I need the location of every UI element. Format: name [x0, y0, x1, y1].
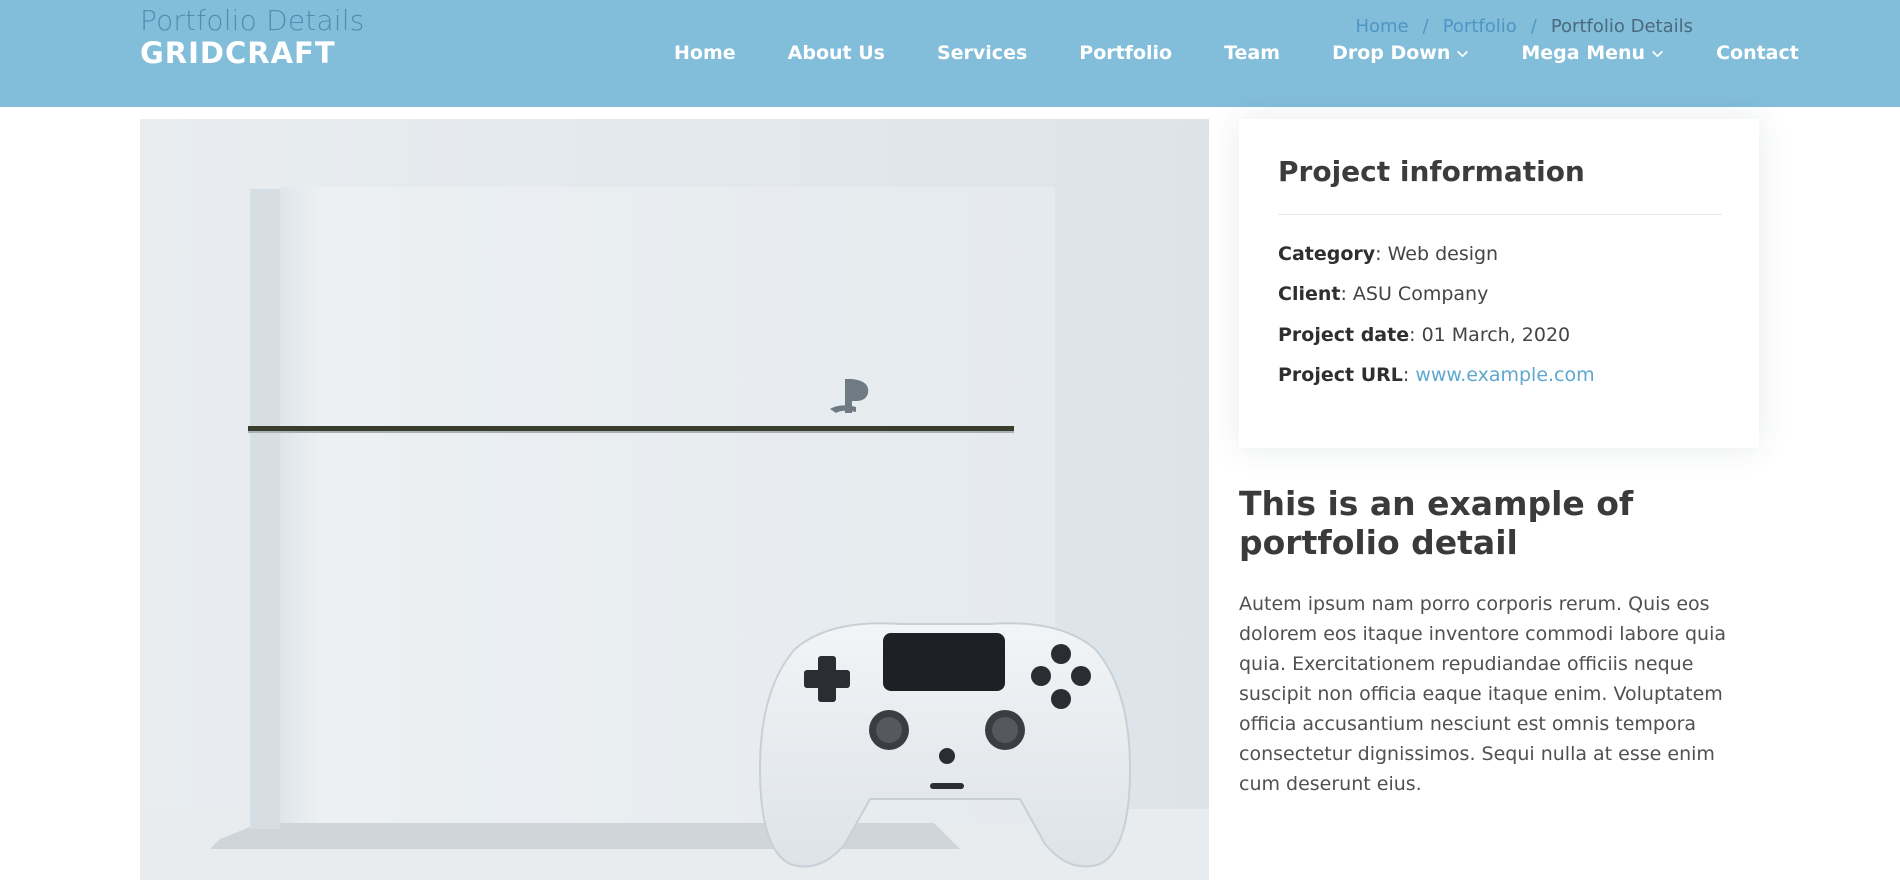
breadcrumb-separator: /	[1530, 16, 1537, 37]
nav-label: Contact	[1716, 42, 1799, 64]
breadcrumb-home-link[interactable]: Home	[1355, 16, 1408, 37]
detail-description: Autem ipsum nam porro corporis rerum. Qu…	[1239, 593, 1727, 795]
chevron-down-icon	[1651, 47, 1664, 60]
breadcrumb-separator: /	[1422, 16, 1429, 37]
info-row-date: Project date: 01 March, 2020	[1278, 324, 1571, 346]
nav-team[interactable]: Team	[1224, 42, 1280, 64]
site-header: Portfolio Details GRIDCRAFT Home / Portf…	[0, 0, 1900, 107]
nav-portfolio[interactable]: Portfolio	[1079, 42, 1172, 64]
info-value: Web design	[1387, 243, 1499, 265]
nav-label: Team	[1224, 42, 1281, 64]
project-url-link[interactable]: www.example.com	[1415, 364, 1594, 386]
breadcrumb: Home / Portfolio / Portfolio Details	[1355, 16, 1693, 37]
site-logo[interactable]: GRIDCRAFT	[140, 36, 336, 70]
nav-services[interactable]: Services	[937, 42, 1027, 64]
info-value: ASU Company	[1352, 283, 1489, 305]
nav-contact[interactable]: Contact	[1716, 42, 1799, 64]
project-info-card: Project information Category: Web design…	[1239, 119, 1759, 448]
nav-label: Drop Down	[1332, 42, 1451, 64]
nav-label: Mega Menu	[1521, 42, 1646, 64]
nav-label: Services	[936, 42, 1028, 64]
main-nav: Home About Us Services Portfolio Team Dr…	[674, 40, 1799, 66]
info-value: 01 March, 2020	[1421, 324, 1571, 346]
info-row-url: Project URL: www.example.com	[1278, 364, 1595, 386]
project-info-title: Project information	[1278, 155, 1585, 188]
portfolio-image	[140, 119, 1209, 880]
nav-about-us[interactable]: About Us	[788, 42, 885, 64]
nav-label: Portfolio	[1079, 42, 1173, 64]
page-title: Portfolio Details	[140, 4, 365, 37]
info-label: Category	[1278, 243, 1376, 265]
info-label: Project date	[1278, 324, 1410, 346]
nav-drop-down[interactable]: Drop Down	[1332, 42, 1469, 64]
nav-home[interactable]: Home	[674, 42, 736, 64]
nav-label: About Us	[787, 42, 885, 64]
nav-mega-menu[interactable]: Mega Menu	[1521, 42, 1664, 64]
info-row-category: Category: Web design	[1278, 243, 1499, 265]
breadcrumb-portfolio-link[interactable]: Portfolio	[1443, 16, 1517, 37]
chevron-down-icon	[1456, 47, 1469, 60]
divider	[1278, 214, 1722, 215]
game-console-photo	[140, 119, 1209, 880]
info-label: Client	[1278, 283, 1341, 305]
nav-label: Home	[674, 42, 736, 64]
breadcrumb-current: Portfolio Details	[1550, 16, 1693, 37]
detail-heading: This is an example of portfolio detail	[1239, 484, 1634, 562]
info-row-client: Client: ASU Company	[1278, 283, 1489, 305]
info-label: Project URL	[1278, 364, 1403, 386]
